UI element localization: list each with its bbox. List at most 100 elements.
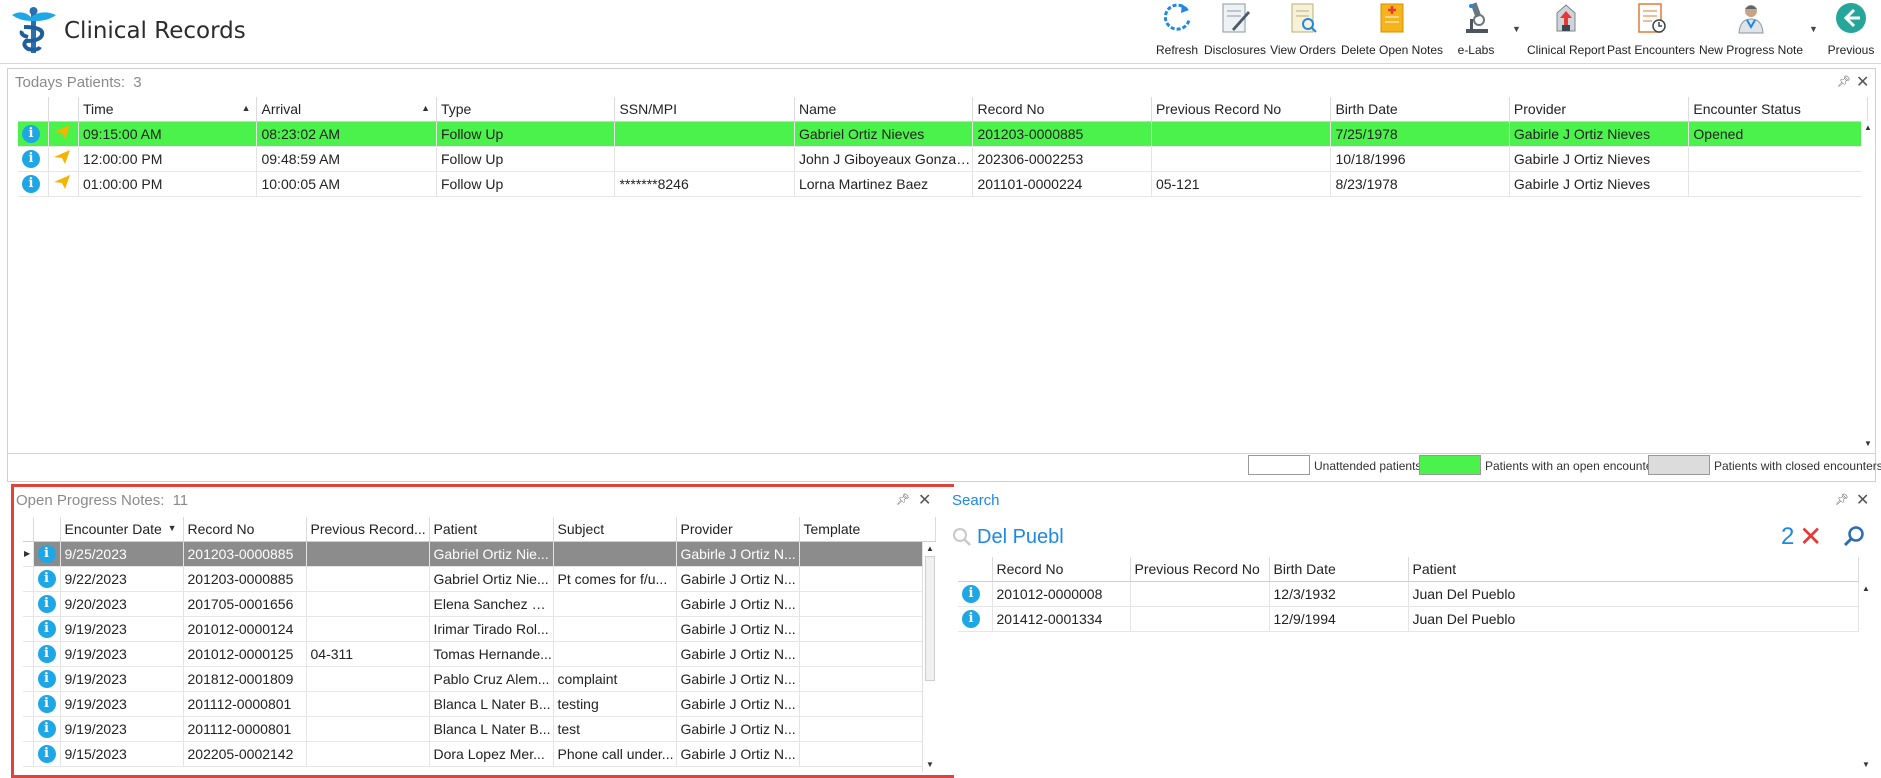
clinical-report-button[interactable]: Clinical Report bbox=[1525, 0, 1607, 60]
info-icon[interactable]: i bbox=[33, 641, 61, 667]
col-patient[interactable]: Patient bbox=[429, 517, 554, 542]
close-icon[interactable]: ✕ bbox=[1856, 72, 1869, 92]
scroll-up-icon[interactable]: ▲ bbox=[1864, 123, 1872, 132]
pin-icon[interactable]: 📌︎ bbox=[1835, 493, 1849, 506]
col-previous-record-no[interactable]: Previous Record No bbox=[1151, 97, 1332, 122]
scroll-down-icon[interactable]: ▼ bbox=[926, 760, 934, 769]
search-input[interactable]: Del Puebl bbox=[977, 526, 1064, 549]
cell-previous-record-no bbox=[1151, 121, 1332, 147]
cell-type: Follow Up bbox=[436, 146, 616, 172]
col-encounter-date[interactable]: Encounter Date bbox=[60, 517, 184, 542]
table-row[interactable]: i 9/20/2023 201705-0001656 Elena Sanchez… bbox=[23, 591, 936, 617]
table-row[interactable]: i 201012-0000008 12/3/1932 Juan Del Pueb… bbox=[958, 581, 1859, 607]
col-record-no[interactable]: Record No bbox=[183, 517, 307, 542]
scroll-up-icon[interactable]: ▲ bbox=[926, 544, 934, 553]
info-icon[interactable]: i bbox=[958, 606, 993, 632]
table-row[interactable]: i 9/19/2023 201112-0000801 Blanca L Nate… bbox=[23, 716, 936, 742]
cell-provider: Gabirle J Ortiz Nieves bbox=[1509, 121, 1690, 147]
col-record-no[interactable]: Record No bbox=[992, 557, 1131, 582]
cell-encounter-date: 9/19/2023 bbox=[60, 716, 184, 742]
info-icon[interactable]: i bbox=[18, 146, 49, 172]
col-previous-record-no[interactable]: Previous Record No bbox=[1130, 557, 1270, 582]
refresh-button[interactable]: Refresh bbox=[1156, 0, 1198, 60]
col-previous-record[interactable]: Previous Record... bbox=[306, 517, 430, 542]
info-icon[interactable]: i bbox=[33, 591, 61, 617]
close-icon[interactable]: ✕ bbox=[918, 490, 931, 510]
col-record-no[interactable]: Record No bbox=[972, 97, 1152, 122]
delete-notes-icon bbox=[1374, 0, 1410, 36]
table-row[interactable]: ▶ i 9/25/2023 201203-0000885 Gabriel Ort… bbox=[23, 541, 936, 567]
table-row[interactable]: i 201412-0001334 12/9/1994 Juan Del Pueb… bbox=[958, 606, 1859, 632]
cell-encounter-date: 9/19/2023 bbox=[60, 691, 184, 717]
send-icon bbox=[48, 121, 80, 147]
col-encounter-status[interactable]: Encounter Status bbox=[1688, 97, 1868, 122]
delete-open-notes-button[interactable]: Delete Open Notes bbox=[1339, 0, 1445, 60]
info-icon[interactable]: i bbox=[18, 171, 49, 197]
cell-encounter-status bbox=[1688, 171, 1868, 197]
new-progress-note-dropdown-icon[interactable]: ▼ bbox=[1809, 24, 1818, 34]
cell-type: Follow Up bbox=[436, 121, 616, 147]
info-icon[interactable]: i bbox=[33, 541, 61, 567]
scroll-up-icon[interactable]: ▲ bbox=[1862, 584, 1870, 593]
info-icon[interactable]: i bbox=[958, 581, 993, 607]
scroll-thumb[interactable] bbox=[925, 556, 935, 681]
disclosures-button[interactable]: Disclosures bbox=[1200, 0, 1270, 60]
col-patient[interactable]: Patient bbox=[1408, 557, 1859, 582]
col-ssn-mpi[interactable]: SSN/MPI bbox=[614, 97, 795, 122]
view-orders-button[interactable]: View Orders bbox=[1270, 0, 1336, 60]
col-provider[interactable]: Provider bbox=[676, 517, 800, 542]
e-labs-button[interactable]: e-Labs bbox=[1455, 0, 1497, 60]
info-icon[interactable]: i bbox=[33, 691, 61, 717]
info-icon[interactable]: i bbox=[33, 716, 61, 742]
table-row[interactable]: i 9/19/2023 201012-0000124 Irimar Tirado… bbox=[23, 616, 936, 642]
pin-icon[interactable]: 📌︎ bbox=[1837, 75, 1851, 88]
table-row[interactable]: i 9/22/2023 201203-0000885 Gabriel Ortiz… bbox=[23, 566, 936, 592]
past-encounters-button[interactable]: Past Encounters bbox=[1607, 0, 1695, 60]
notes-scrollbar[interactable]: ▲ ▼ bbox=[922, 542, 936, 772]
info-icon[interactable]: i bbox=[33, 616, 61, 642]
col-subject[interactable]: Subject bbox=[553, 517, 677, 542]
table-row[interactable]: i 9/19/2023 201012-0000125 04-311 Tomas … bbox=[23, 641, 936, 667]
e-labs-dropdown-icon[interactable]: ▼ bbox=[1512, 24, 1521, 34]
search-button-icon[interactable] bbox=[1843, 524, 1867, 551]
col-template[interactable]: Template bbox=[799, 517, 936, 542]
search-scrollbar[interactable]: ▲ ▼ bbox=[1859, 582, 1873, 772]
cell-record-no: 201112-0000801 bbox=[183, 691, 307, 717]
pin-icon[interactable]: 📌︎ bbox=[896, 493, 910, 506]
close-icon[interactable]: ✕ bbox=[1856, 490, 1869, 510]
col-arrival[interactable]: Arrival bbox=[256, 97, 437, 122]
col-name[interactable]: Name bbox=[794, 97, 974, 122]
info-icon[interactable]: i bbox=[33, 566, 61, 592]
col-birth-date[interactable]: Birth Date bbox=[1330, 97, 1510, 122]
todays-scrollbar[interactable]: ▲ ▼ bbox=[1861, 121, 1875, 451]
clear-search-icon[interactable]: ✕ bbox=[1799, 520, 1822, 553]
cell-encounter-date: 9/19/2023 bbox=[60, 666, 184, 692]
table-row[interactable]: i 9/15/2023 202205-0002142 Dora Lopez Me… bbox=[23, 741, 936, 767]
info-icon[interactable]: i bbox=[33, 741, 61, 767]
table-row[interactable]: i 9/19/2023 201812-0001809 Pablo Cruz Al… bbox=[23, 666, 936, 692]
cell-type: Follow Up bbox=[436, 171, 616, 197]
table-row[interactable]: i 12:00:00 PM 09:48:59 AM Follow Up John… bbox=[18, 146, 1868, 172]
table-row[interactable]: i 09:15:00 AM 08:23:02 AM Follow Up Gabr… bbox=[18, 121, 1868, 147]
info-icon[interactable]: i bbox=[18, 121, 49, 147]
table-row[interactable]: i 01:00:00 PM 10:00:05 AM Follow Up ****… bbox=[18, 171, 1868, 197]
scroll-down-icon[interactable]: ▼ bbox=[1862, 760, 1870, 769]
previous-button[interactable]: Previous bbox=[1826, 0, 1876, 60]
table-row[interactable]: i 9/19/2023 201112-0000801 Blanca L Nate… bbox=[23, 691, 936, 717]
col-type[interactable]: Type bbox=[436, 97, 616, 122]
scroll-down-icon[interactable]: ▼ bbox=[1864, 439, 1872, 448]
row-indicator bbox=[23, 566, 34, 592]
row-indicator bbox=[23, 616, 34, 642]
cell-ssn-mpi: *******8246 bbox=[614, 171, 795, 197]
cell-patient: Tomas Hernande... bbox=[429, 641, 554, 667]
info-icon[interactable]: i bbox=[33, 666, 61, 692]
cell-birth-date: 12/3/1932 bbox=[1269, 581, 1409, 607]
col-time[interactable]: Time bbox=[78, 97, 258, 122]
cell-template bbox=[799, 616, 936, 642]
new-progress-note-button[interactable]: New Progress Note bbox=[1698, 0, 1804, 60]
col-provider[interactable]: Provider bbox=[1509, 97, 1690, 122]
open-progress-notes-title: Open Progress Notes: 11 bbox=[16, 492, 188, 509]
cell-patient: Blanca L Nater B... bbox=[429, 691, 554, 717]
cell-provider: Gabirle J Ortiz N... bbox=[676, 616, 800, 642]
col-birth-date[interactable]: Birth Date bbox=[1269, 557, 1409, 582]
